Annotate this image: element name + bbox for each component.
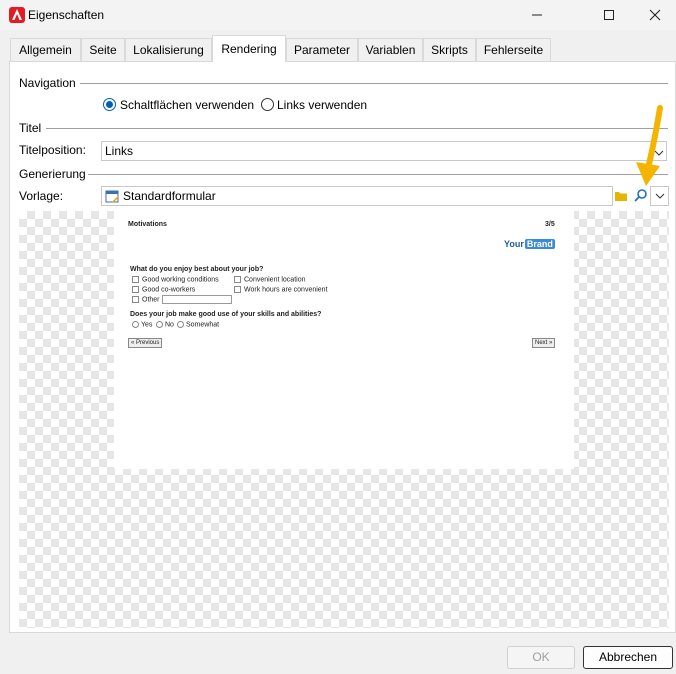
ok-button[interactable]: OK — [507, 646, 575, 669]
form-template-icon — [105, 189, 120, 207]
titel-group-label: Titel — [19, 121, 42, 135]
tab-variablen[interactable]: Variablen — [358, 38, 423, 61]
preview-option: Good working conditions — [132, 276, 219, 283]
titelposition-value: Links — [105, 144, 134, 158]
preview-option: Good co-workers — [132, 286, 195, 293]
chevron-down-icon — [655, 193, 664, 199]
preview-question-1: What do you enjoy best about your job? — [130, 266, 264, 273]
titelposition-select[interactable]: Links — [101, 141, 667, 161]
navigation-group-label: Navigation — [19, 76, 76, 90]
vorlage-value: Standardformular — [123, 189, 216, 203]
tab-parameter[interactable]: Parameter — [286, 38, 358, 61]
minimize-button[interactable] — [514, 0, 560, 30]
preview-question-2: Does your job make good use of your skil… — [130, 311, 322, 318]
preview-radio: Yes — [132, 321, 152, 328]
tab-fehlerseite[interactable]: Fehlerseite — [476, 38, 551, 61]
preview-radio: Somewhat — [177, 321, 219, 328]
tab-skripts[interactable]: Skripts — [423, 38, 476, 61]
close-button[interactable] — [632, 0, 676, 30]
preview-radio: No — [156, 321, 174, 328]
maximize-button[interactable] — [586, 0, 632, 30]
radio-use-buttons-label[interactable]: Schaltflächen verwenden — [120, 98, 254, 112]
vorlage-label: Vorlage: — [19, 189, 64, 203]
tab-lokalisierung[interactable]: Lokalisierung — [125, 38, 212, 61]
app-logo-icon — [9, 7, 25, 23]
template-preview: Motivations 3/5 Your Brand What do you en… — [114, 211, 574, 469]
tab-rendering[interactable]: Rendering — [212, 35, 286, 62]
preview-option: Other — [132, 296, 160, 303]
folder-icon[interactable] — [614, 189, 628, 205]
minimize-icon — [532, 14, 542, 16]
maximize-icon — [604, 10, 614, 20]
preview-option: Work hours are convenient — [234, 286, 328, 293]
vorlage-field[interactable]: Standardformular — [101, 186, 613, 206]
radio-use-links-label[interactable]: Links verwenden — [277, 98, 367, 112]
preview-previous-button: « Previous — [128, 338, 163, 348]
cancel-button[interactable]: Abbrechen — [583, 646, 673, 669]
generierung-separator — [88, 174, 668, 175]
preview-next-button: Next » — [532, 338, 556, 348]
radio-use-buttons[interactable] — [103, 98, 116, 111]
preview-brand-logo: Your Brand — [504, 239, 555, 249]
tab-seite[interactable]: Seite — [81, 38, 125, 61]
tab-allgemein[interactable]: Allgemein — [10, 38, 81, 61]
titel-separator — [46, 128, 668, 129]
window-title: Eigenschaften — [28, 8, 105, 22]
radio-use-links[interactable] — [261, 98, 274, 111]
preview-option: Convenient location — [234, 276, 306, 283]
preview-other-input — [162, 295, 232, 304]
preview-page-counter: 3/5 — [545, 221, 555, 228]
close-icon — [649, 9, 661, 21]
navigation-separator — [80, 83, 668, 84]
generierung-group-label: Generierung — [19, 167, 86, 181]
annotation-arrow-icon — [624, 104, 668, 191]
preview-heading: Motivations — [128, 221, 167, 228]
titelposition-label: Titelposition: — [19, 143, 86, 157]
